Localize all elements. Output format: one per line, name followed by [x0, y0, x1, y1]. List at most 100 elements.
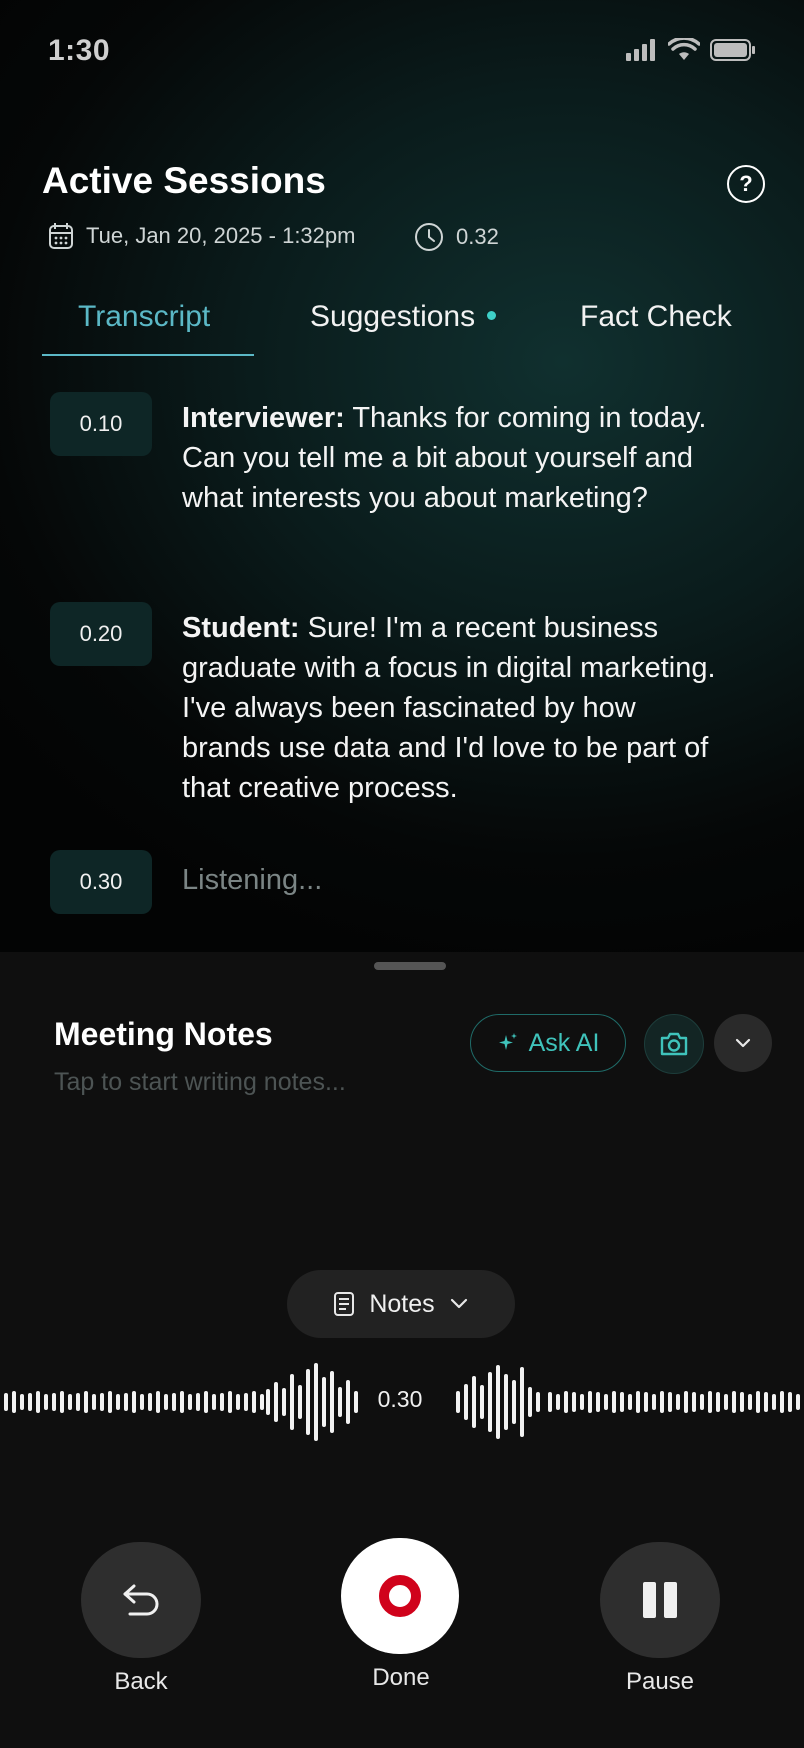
notes-sheet: Meeting Notes Tap to start writing notes…: [0, 952, 804, 1748]
waveform-bar: [748, 1394, 752, 1410]
waveform-bar: [464, 1384, 468, 1420]
waveform-bar: [132, 1391, 136, 1413]
tab-suggestions[interactable]: Suggestions: [310, 300, 497, 334]
waveform-bar: [520, 1367, 524, 1437]
waveform-bar: [660, 1391, 664, 1413]
waveform-bar: [298, 1385, 302, 1419]
waveform-bar: [788, 1392, 792, 1412]
pause-control: Pause: [600, 1542, 720, 1696]
waveform-bar: [676, 1394, 680, 1410]
status-icons: [626, 38, 756, 62]
waveform-bar: [164, 1394, 168, 1410]
waveform-bar: [472, 1376, 476, 1428]
waveform-bar: [780, 1391, 784, 1413]
transcript-text: Interviewer: Thanks for coming in today.…: [182, 398, 732, 518]
camera-button[interactable]: [644, 1014, 704, 1074]
waveform-bar: [156, 1391, 160, 1413]
collapse-button[interactable]: [714, 1014, 772, 1072]
waveform-bar: [140, 1394, 144, 1410]
status-time: 1:30: [48, 34, 111, 67]
waveform-bar: [60, 1391, 64, 1413]
battery-icon: [710, 39, 755, 61]
wifi-icon: [668, 38, 700, 60]
pause-button[interactable]: [600, 1542, 720, 1658]
waveform-bar: [692, 1392, 696, 1412]
waveform-bar: [68, 1394, 72, 1410]
back-label: Back: [114, 1668, 168, 1695]
waveform-bar: [76, 1393, 80, 1411]
transcript-entry: 0.20 Student: Sure! I'm a recent busines…: [50, 602, 732, 808]
page-title: Active Sessions: [42, 160, 326, 201]
waveform-bar: [260, 1394, 264, 1410]
waveform-bar: [636, 1391, 640, 1413]
notes-input[interactable]: Tap to start writing notes...: [54, 1068, 346, 1097]
waveform-bar: [12, 1391, 16, 1413]
transcript-entry: 0.10 Interviewer: Thanks for coming in t…: [50, 392, 732, 518]
ask-ai-button[interactable]: Ask AI: [470, 1014, 626, 1072]
waveform-bar: [180, 1391, 184, 1413]
waveform-bar: [612, 1391, 616, 1413]
waveform-bar: [456, 1391, 460, 1413]
waveform-bar: [84, 1391, 88, 1413]
waveform-bar: [220, 1393, 224, 1411]
waveform-bar: [480, 1385, 484, 1419]
timestamp-badge[interactable]: 0.20: [50, 602, 152, 666]
waveform-bar: [528, 1387, 532, 1417]
tab-suggestions-label: Suggestions: [310, 300, 476, 333]
waveform-bar: [756, 1391, 760, 1413]
waveform-bar: [116, 1394, 120, 1410]
waveform-bar: [596, 1392, 600, 1412]
waveform-bar: [338, 1387, 342, 1417]
timestamp-badge[interactable]: 0.30: [50, 850, 152, 914]
back-button[interactable]: [81, 1542, 201, 1658]
waveform-bar: [52, 1393, 56, 1411]
waveform-bar: [172, 1393, 176, 1411]
waveform-bar: [306, 1369, 310, 1435]
waveform-bar: [188, 1394, 192, 1410]
waveform-bar: [548, 1392, 552, 1412]
session-panel: 1:30 Active Sessions ? Tue, Jan 20, 2025…: [0, 0, 804, 952]
listening-status: Listening...: [182, 864, 323, 896]
session-date-text: Tue, Jan 20, 2025 - 1:32pm: [86, 223, 356, 248]
tab-bar: Transcript Suggestions Fact Check: [42, 300, 762, 356]
done-button[interactable]: [341, 1538, 459, 1654]
waveform-bar: [36, 1391, 40, 1413]
timestamp-badge[interactable]: 0.10: [50, 392, 152, 456]
waveform-bar: [322, 1377, 326, 1427]
notes-mode-dropdown[interactable]: Notes: [287, 1270, 515, 1338]
waveform-bar: [204, 1391, 208, 1413]
tab-fact-check[interactable]: Fact Check: [580, 300, 732, 334]
waveform-bar: [108, 1391, 112, 1413]
waveform-bar: [274, 1382, 278, 1422]
session-duration: 0.32: [414, 222, 499, 252]
transcript-text: Student: Sure! I'm a recent business gra…: [182, 608, 732, 808]
waveform-bar: [92, 1394, 96, 1410]
ask-ai-label: Ask AI: [528, 1028, 600, 1057]
tab-transcript-label: Transcript: [78, 300, 211, 333]
sheet-drag-handle[interactable]: [374, 962, 446, 970]
calendar-icon: [49, 223, 73, 249]
waveform-bar: [20, 1394, 24, 1410]
transcript-entry: 0.30 Listening...: [50, 850, 322, 914]
waveform-bar: [290, 1374, 294, 1430]
waveform-bar: [620, 1392, 624, 1412]
waveform-bar: [44, 1394, 48, 1410]
done-label: Done: [372, 1664, 430, 1691]
waveform-bar: [148, 1393, 152, 1411]
waveform-bar: [588, 1391, 592, 1413]
session-date: Tue, Jan 20, 2025 - 1:32pm: [48, 222, 355, 250]
camera-icon: [660, 1032, 688, 1056]
document-icon: [334, 1292, 355, 1316]
waveform-bar: [496, 1365, 500, 1439]
waveform-bar: [244, 1393, 248, 1411]
waveform-bar: [796, 1394, 800, 1410]
help-button[interactable]: ?: [727, 165, 765, 203]
waveform-bar: [556, 1394, 560, 1410]
waveform-bar: [564, 1391, 568, 1413]
session-duration-text: 0.32: [456, 224, 499, 249]
waveform-bar: [764, 1392, 768, 1412]
tab-transcript[interactable]: Transcript: [78, 300, 210, 334]
waveform-bar: [504, 1374, 508, 1430]
waveform-bar: [228, 1391, 232, 1413]
waveform-bar: [572, 1392, 576, 1412]
